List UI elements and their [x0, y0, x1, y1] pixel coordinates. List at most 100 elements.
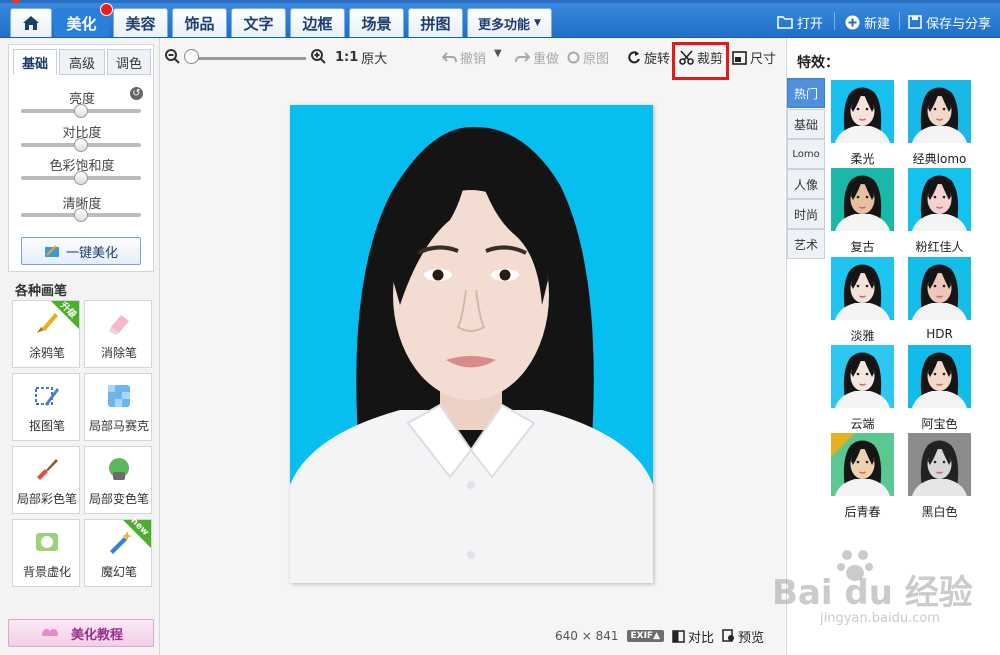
zoom-in-button[interactable]	[310, 48, 326, 64]
subtab-color-tone[interactable]: 调色	[107, 49, 151, 75]
effect-thumbnail[interactable]: 云端	[831, 345, 894, 431]
original-image-button[interactable]: 原图	[567, 48, 609, 67]
cutout-pen-button[interactable]: 抠图笔	[12, 373, 80, 441]
pen-label: 背景虚化	[22, 565, 71, 579]
hand-icon	[41, 629, 58, 636]
slider-knob[interactable]	[74, 171, 88, 185]
tab-more-functions[interactable]: 更多功能 ▼	[467, 8, 552, 37]
edited-photo[interactable]	[290, 105, 653, 583]
category-art[interactable]: 艺术	[787, 229, 825, 259]
compare-button[interactable]: 对比	[672, 627, 714, 646]
tab-cosmetics[interactable]: 美容	[113, 8, 168, 37]
effect-thumbnail[interactable]: 后青春	[831, 433, 894, 519]
eraser-pen-button[interactable]: 消除笔	[84, 300, 152, 368]
undo-button[interactable]: 撤销	[442, 48, 486, 67]
app-logo-icon	[12, 0, 20, 4]
one-key-beautify-button[interactable]: 一键美化	[21, 237, 141, 265]
category-portrait[interactable]: 人像	[787, 169, 825, 199]
category-label: 时尚	[793, 207, 818, 222]
crop-highlight-box	[672, 42, 729, 80]
left-adjust-panel: 基础 高级 调色 ↺ 亮度 对比度 色彩饱和度 清晰度 一键美化 各种画笔 升级…	[0, 38, 160, 655]
pen-label: 魔幻笔	[100, 565, 137, 579]
effect-thumbnail[interactable]: 柔光	[831, 80, 894, 166]
effect-thumbnail[interactable]: 粉红佳人	[908, 168, 971, 254]
exif-button[interactable]: EXIF▲	[626, 630, 665, 642]
effect-thumbnail[interactable]: 黑白色	[908, 433, 971, 519]
new-button[interactable]: 新建	[845, 11, 890, 33]
tab-frames[interactable]: 边框	[290, 8, 345, 37]
category-lomo[interactable]: Lomo	[787, 139, 825, 169]
undo-dropdown[interactable]: ▼	[494, 48, 502, 59]
background-blur-button[interactable]: 背景虚化	[12, 519, 80, 587]
slider-knob[interactable]	[74, 208, 88, 222]
magic-pen-button[interactable]: new 魔幻笔	[84, 516, 152, 587]
effect-preview-image	[831, 257, 894, 320]
rotate-button[interactable]: 旋转	[626, 48, 670, 67]
size-button[interactable]: 尺寸	[732, 48, 776, 67]
tab-text[interactable]: 文字	[231, 8, 286, 37]
effect-thumbnail[interactable]: 经典lomo	[908, 80, 971, 166]
saturation-slider[interactable]	[21, 171, 141, 185]
category-label: 艺术	[793, 237, 818, 252]
preview-label: 预览	[738, 630, 765, 646]
pen-label: 抠图笔	[28, 419, 65, 433]
slider-knob[interactable]	[74, 104, 88, 118]
doodle-pen-button[interactable]: 升级 涂鸦笔	[12, 300, 80, 368]
undo-icon	[442, 52, 457, 63]
local-color-pen-button[interactable]: 局部彩色笔	[12, 446, 80, 514]
preview-button[interactable]: 预览	[722, 627, 764, 646]
tab-label: 场景	[361, 14, 392, 33]
mosaic-icon	[108, 385, 130, 407]
original-label: 原图	[583, 52, 610, 67]
effects-title: 特效：	[797, 55, 839, 71]
local-mosaic-button[interactable]: 局部马赛克	[84, 373, 152, 441]
category-hot[interactable]: 热门	[787, 78, 825, 108]
slider-knob[interactable]	[74, 138, 88, 152]
subtab-basic[interactable]: 基础	[13, 49, 57, 75]
effect-name: 粉红佳人	[915, 240, 964, 254]
tab-accessories[interactable]: 饰品	[172, 8, 227, 37]
home-icon	[23, 16, 39, 30]
tab-beautify[interactable]: 美化	[54, 3, 113, 37]
sharpness-slider[interactable]	[21, 208, 141, 222]
beautify-tutorial-button[interactable]: 美化教程	[8, 619, 154, 647]
contrast-slider[interactable]	[21, 138, 141, 152]
effect-thumbnail[interactable]: 复古	[831, 168, 894, 254]
local-recolor-pen-button[interactable]: 局部变色笔	[84, 446, 152, 514]
tab-label: 美化	[66, 14, 97, 33]
save-share-button[interactable]: 保存与分享	[908, 11, 991, 33]
zoom-out-button[interactable]	[164, 48, 180, 64]
effect-thumbnail[interactable]: HDR	[908, 257, 971, 341]
category-fashion[interactable]: 时尚	[787, 199, 825, 229]
basic-adjust-box: 基础 高级 调色 ↺ 亮度 对比度 色彩饱和度 清晰度 一键美化	[8, 44, 154, 272]
category-basic[interactable]: 基础	[787, 109, 825, 139]
effect-thumbnail[interactable]: 淡雅	[831, 257, 894, 343]
notification-dot	[100, 3, 113, 16]
compare-icon	[672, 629, 685, 643]
subtab-label: 高级	[68, 56, 95, 72]
zoom-slider[interactable]	[186, 57, 306, 60]
zoom-slider-knob[interactable]	[184, 49, 199, 64]
brightness-slider[interactable]	[21, 104, 141, 118]
redo-icon	[515, 52, 530, 63]
tab-scenes[interactable]: 场景	[349, 8, 404, 37]
category-label: Lomo	[792, 148, 820, 160]
rotate-label: 旋转	[644, 52, 671, 67]
save-share-label: 保存与分享	[926, 16, 992, 32]
pen-label: 局部变色笔	[88, 492, 149, 506]
effect-thumbnail[interactable]: 阿宝色	[908, 345, 971, 431]
subtab-advanced[interactable]: 高级	[59, 49, 105, 75]
chevron-down-icon: ▼	[534, 18, 541, 28]
tab-collage[interactable]: 拼图	[408, 8, 463, 37]
tab-label: 饰品	[184, 14, 215, 33]
open-button[interactable]: 打开	[777, 11, 823, 33]
effect-preview-image	[908, 433, 971, 496]
tab-label: 文字	[243, 14, 274, 33]
redo-button[interactable]: 重做	[515, 48, 559, 67]
home-button[interactable]	[10, 8, 52, 37]
compare-label: 对比	[688, 630, 715, 646]
original-size-button[interactable]: 1:1 原大	[335, 48, 387, 67]
cutout-pen-icon	[35, 387, 59, 406]
zoom-out-icon	[165, 49, 180, 64]
tab-label: 边框	[302, 14, 333, 33]
